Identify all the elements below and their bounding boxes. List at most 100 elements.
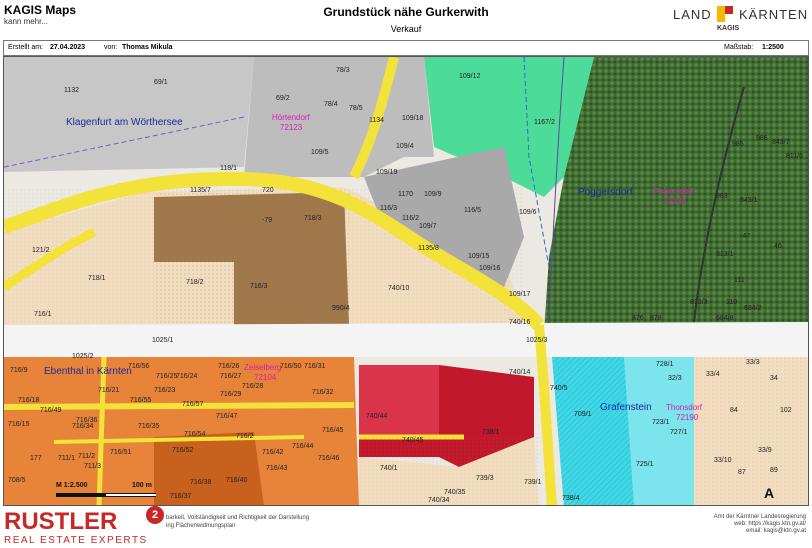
parcel-label[interactable]: 1025/1: [152, 337, 173, 344]
parcel-label[interactable]: 1025/3: [526, 337, 547, 344]
parcel-label[interactable]: 109/7: [419, 223, 437, 230]
parcel-label[interactable]: 46: [774, 243, 782, 250]
parcel-label[interactable]: 716/44: [292, 443, 313, 450]
parcel-label[interactable]: 716/26: [218, 363, 239, 370]
parcel-label[interactable]: 87: [738, 469, 746, 476]
parcel-label[interactable]: 720: [262, 187, 274, 194]
parcel-label[interactable]: 738/4: [562, 495, 580, 502]
parcel-label[interactable]: 716/55: [130, 397, 151, 404]
parcel-label[interactable]: 78/4: [324, 101, 338, 108]
parcel-label[interactable]: 33/4: [706, 371, 720, 378]
parcel-label[interactable]: 716/49: [40, 407, 61, 414]
parcel-label[interactable]: 109/18: [402, 115, 423, 122]
parcel-label[interactable]: 716/50: [280, 363, 301, 370]
parcel-label[interactable]: 89: [770, 467, 778, 474]
parcel-label[interactable]: 711/2: [78, 453, 95, 460]
parcel-label[interactable]: 109/4: [396, 143, 414, 150]
parcel-label[interactable]: 716/42: [262, 449, 283, 456]
parcel-label[interactable]: 986: [756, 135, 768, 142]
parcel-label[interactable]: 725/1: [636, 461, 654, 468]
parcel-label[interactable]: 716/29: [220, 391, 241, 398]
parcel-label[interactable]: 716/24: [176, 373, 197, 380]
parcel-label[interactable]: 121/2: [32, 247, 50, 254]
parcel-label[interactable]: 716/45: [322, 427, 343, 434]
parcel-label[interactable]: 109/16: [479, 265, 500, 272]
parcel-label[interactable]: 716/47: [216, 413, 237, 420]
parcel-label[interactable]: 116/2: [402, 215, 419, 222]
parcel-label[interactable]: 990/4: [332, 305, 350, 312]
parcel-label[interactable]: 716/1: [34, 311, 52, 318]
parcel-label[interactable]: 843/7: [772, 139, 790, 146]
parcel-label[interactable]: 739/1: [524, 479, 542, 486]
parcel-label[interactable]: 109/12: [459, 73, 480, 80]
parcel-label[interactable]: 813/1: [716, 251, 734, 258]
parcel-label[interactable]: 716/21: [98, 387, 119, 394]
parcel-label[interactable]: 684/2: [744, 305, 762, 312]
parcel-label[interactable]: -79: [262, 217, 272, 224]
parcel-label[interactable]: 740/44: [366, 413, 387, 420]
parcel-label[interactable]: 109/19: [376, 169, 397, 176]
parcel-label[interactable]: 716/57: [182, 401, 203, 408]
parcel-label[interactable]: 738/1: [482, 429, 500, 436]
parcel-label[interactable]: 716/56: [128, 363, 149, 370]
parcel-label[interactable]: 740/10: [388, 285, 409, 292]
parcel-label[interactable]: 983: [716, 193, 728, 200]
parcel-label[interactable]: 109/9: [424, 191, 442, 198]
parcel-label[interactable]: 177: [30, 455, 42, 462]
issuer-web[interactable]: web: https://kagis.ktn.gv.at/: [714, 521, 806, 528]
parcel-label[interactable]: 740/35: [444, 489, 465, 496]
parcel-label[interactable]: 716/46: [318, 455, 339, 462]
parcel-label[interactable]: 109/5: [311, 149, 329, 156]
parcel-label[interactable]: 843/1: [740, 197, 758, 204]
parcel-label[interactable]: 1135/8: [418, 245, 439, 252]
parcel-label[interactable]: 711/1: [58, 455, 75, 462]
parcel-label[interactable]: 718/1: [88, 275, 106, 282]
parcel-label[interactable]: 716/15: [8, 421, 29, 428]
parcel-label[interactable]: 716/34: [72, 423, 93, 430]
parcel-label[interactable]: 716/18: [18, 397, 39, 404]
parcel-label[interactable]: 32/3: [668, 375, 682, 382]
parcel-label[interactable]: 109/15: [468, 253, 489, 260]
parcel-label[interactable]: 723/1: [652, 419, 670, 426]
parcel-label[interactable]: 716/2: [236, 433, 254, 440]
parcel-label[interactable]: 876: [632, 315, 644, 322]
parcel-label[interactable]: 878: [650, 315, 662, 322]
parcel-label[interactable]: 740/45: [402, 437, 423, 444]
parcel-label[interactable]: 1135/7: [190, 187, 211, 194]
parcel-label[interactable]: 739/3: [476, 475, 494, 482]
parcel-label[interactable]: 109/17: [509, 291, 530, 298]
parcel-label[interactable]: 33/9: [758, 447, 772, 454]
parcel-label[interactable]: 716/28: [242, 383, 263, 390]
issuer-email[interactable]: email: kagis@ktn.gv.at: [714, 528, 806, 535]
parcel-label[interactable]: 116/3: [380, 205, 397, 212]
parcel-label[interactable]: 711/3: [84, 463, 101, 470]
parcel-label[interactable]: 69/1: [154, 79, 168, 86]
parcel-label[interactable]: 1134: [369, 117, 384, 124]
parcel-label[interactable]: 716/25: [156, 373, 177, 380]
parcel-label[interactable]: 716/43: [266, 465, 287, 472]
parcel-label[interactable]: 102: [780, 407, 792, 414]
parcel-label[interactable]: 716/38: [190, 479, 211, 486]
parcel-label[interactable]: 716/51: [110, 449, 131, 456]
parcel-label[interactable]: 33/10: [714, 457, 732, 464]
parcel-label[interactable]: 716/9: [10, 367, 28, 374]
parcel-label[interactable]: 985: [732, 141, 744, 148]
parcel-label[interactable]: 811/6: [786, 153, 803, 160]
parcel-label[interactable]: 813/3: [690, 299, 708, 306]
parcel-label[interactable]: 111: [734, 277, 745, 284]
parcel-label[interactable]: 740/16: [509, 319, 530, 326]
parcel-label[interactable]: 118/1: [220, 165, 237, 172]
parcel-label[interactable]: 716/3: [250, 283, 268, 290]
parcel-label[interactable]: 1025/2: [72, 353, 93, 360]
parcel-label[interactable]: 718/2: [186, 279, 204, 286]
parcel-label[interactable]: 33/3: [746, 359, 760, 366]
parcel-label[interactable]: 740/34: [428, 497, 449, 504]
parcel-label[interactable]: 708/5: [8, 477, 26, 484]
parcel-label[interactable]: 740/5: [550, 385, 568, 392]
parcel-label[interactable]: 84: [730, 407, 738, 414]
parcel-label[interactable]: 716/37: [170, 493, 191, 500]
parcel-label[interactable]: 110: [726, 299, 737, 306]
parcel-label[interactable]: 740/14: [509, 369, 530, 376]
parcel-label[interactable]: -47: [740, 233, 750, 240]
parcel-label[interactable]: 34: [770, 375, 778, 382]
